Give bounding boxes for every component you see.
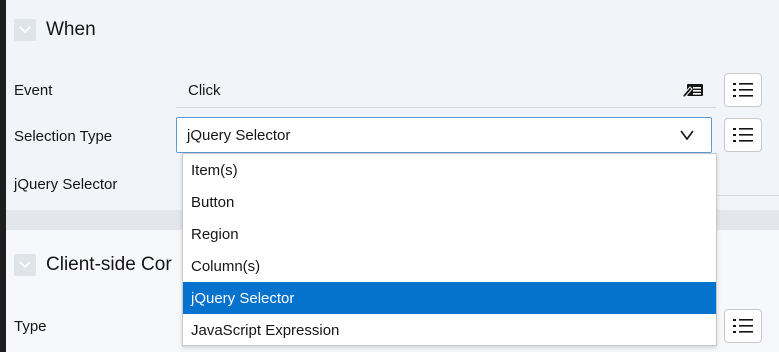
selection-type-label: Selection Type [14, 128, 113, 145]
jquery-selector-label: jQuery Selector [14, 176, 118, 193]
dropdown-option[interactable]: Column(s) [183, 250, 716, 282]
jquery-selector-field-underline [718, 195, 779, 196]
list-icon [733, 128, 753, 142]
selection-type-value: jQuery Selector [187, 126, 291, 144]
selection-type-list-button[interactable] [724, 118, 762, 152]
selection-type-dropdown: Item(s) Button Region Column(s) jQuery S… [182, 153, 717, 346]
dropdown-option[interactable]: Button [183, 186, 716, 218]
dropdown-option[interactable]: Region [183, 218, 716, 250]
collapse-when-button[interactable] [14, 19, 36, 41]
client-side-section-title: Client-side Cor [46, 254, 172, 275]
event-value-text: Click [188, 82, 221, 99]
chevron-down-icon [19, 261, 31, 269]
list-icon [733, 83, 753, 97]
when-section-header[interactable]: When [6, 0, 779, 60]
dropdown-option-selected[interactable]: jQuery Selector [183, 282, 716, 314]
event-list-button[interactable] [724, 73, 762, 107]
type-list-button[interactable] [724, 309, 762, 343]
event-label: Event [14, 82, 53, 99]
properties-panel: When Event Click Selection Type jQuery S… [6, 0, 779, 352]
collapse-client-side-button[interactable] [14, 254, 36, 276]
list-icon [733, 319, 753, 333]
edit-value-icon[interactable] [682, 82, 704, 98]
event-value[interactable]: Click [176, 74, 716, 108]
when-section-title: When [46, 19, 96, 40]
chevron-down-icon [19, 26, 31, 34]
type-label: Type [14, 318, 47, 335]
chevron-down-icon [680, 130, 694, 141]
dropdown-option[interactable]: Item(s) [183, 154, 716, 186]
dropdown-option[interactable]: JavaScript Expression [183, 314, 716, 346]
selection-type-select[interactable]: jQuery Selector [176, 117, 712, 153]
